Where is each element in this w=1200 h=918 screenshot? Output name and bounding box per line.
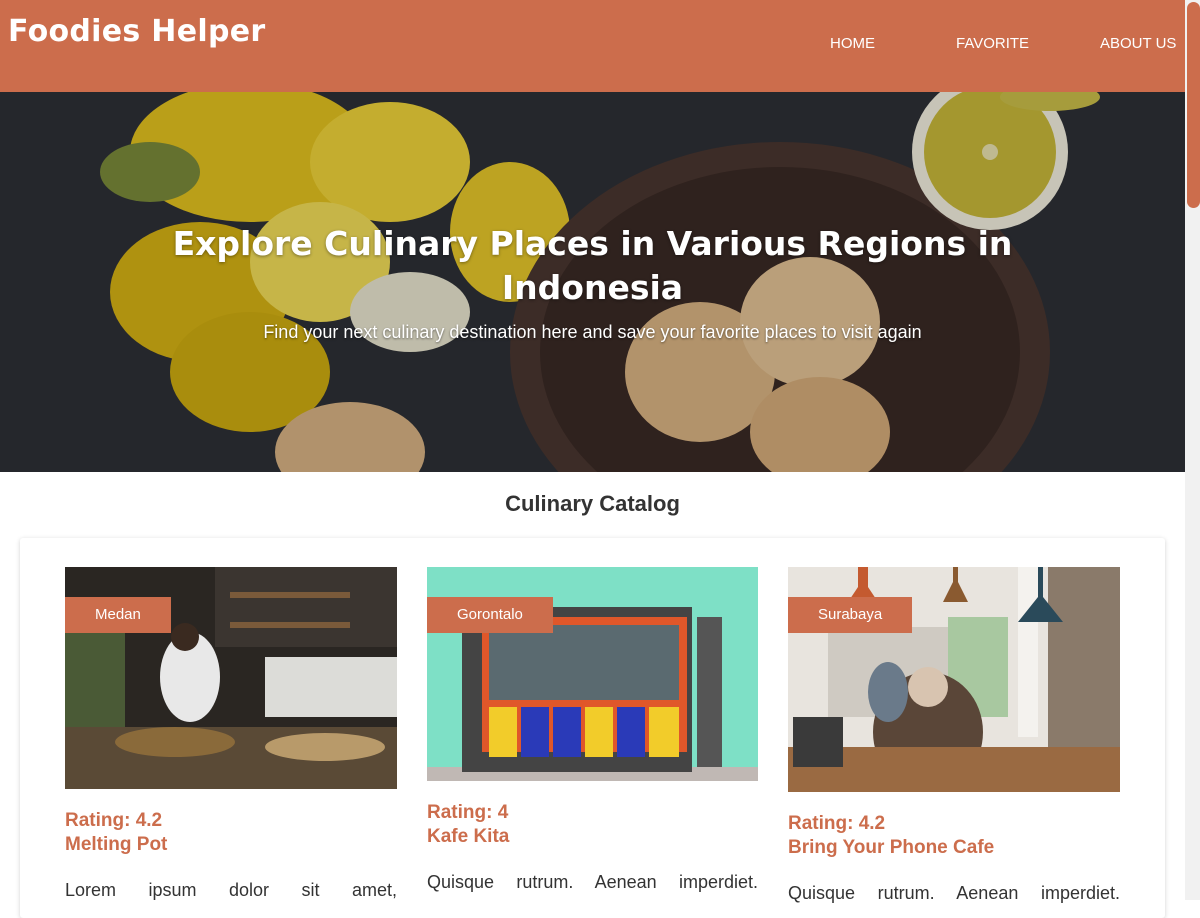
restaurant-image[interactable]: Gorontalo <box>427 567 758 781</box>
restaurant-name[interactable]: Melting Pot <box>65 833 397 857</box>
hero-title: Explore Culinary Places in Various Regio… <box>172 224 1013 307</box>
scrollbar-thumb[interactable] <box>1187 2 1200 208</box>
restaurant-name[interactable]: Kafe Kita <box>427 825 758 849</box>
restaurant-card[interactable]: Gorontalo Rating: 4 Kafe Kita Quisque ru… <box>427 567 758 895</box>
restaurant-image[interactable]: Medan <box>65 567 397 789</box>
brand-logo[interactable]: Foodies Helper <box>8 14 265 49</box>
restaurant-description: Quisque rutrum. Aenean imperdiet. <box>788 883 1120 903</box>
restaurant-name[interactable]: Bring Your Phone Cafe <box>788 836 1120 860</box>
city-badge: Gorontalo <box>427 597 553 633</box>
city-badge: Surabaya <box>788 597 913 633</box>
restaurant-image[interactable]: Surabaya <box>788 567 1120 792</box>
rating-label: Rating: 4.2 <box>788 813 886 834</box>
nav-about-us-link[interactable]: ABOUT US <box>1100 35 1176 52</box>
app-bar: Foodies Helper HOME FAVORITE ABOUT US <box>0 0 1185 92</box>
catalog-title: Culinary Catalog <box>505 491 680 516</box>
city-badge: Medan <box>65 597 171 633</box>
rating-label: Rating: 4 <box>427 802 509 823</box>
hero-banner: Explore Culinary Places in Various Regio… <box>0 92 1185 472</box>
hero-subtitle: Find your next culinary destination here… <box>263 322 922 342</box>
restaurant-card[interactable]: Surabaya Rating: 4.2 Bring Your Phone Ca… <box>788 567 1120 906</box>
restaurant-card[interactable]: Medan Rating: 4.2 Melting Pot Lorem ipsu… <box>65 567 397 903</box>
restaurant-description: Lorem ipsum dolor sit amet, <box>65 880 397 900</box>
rating-label: Rating: 4.2 <box>65 810 163 831</box>
nav-home-link[interactable]: HOME <box>830 35 875 52</box>
nav-favorite-link[interactable]: FAVORITE <box>956 35 1029 52</box>
restaurant-description: Quisque rutrum. Aenean imperdiet. <box>427 872 758 892</box>
